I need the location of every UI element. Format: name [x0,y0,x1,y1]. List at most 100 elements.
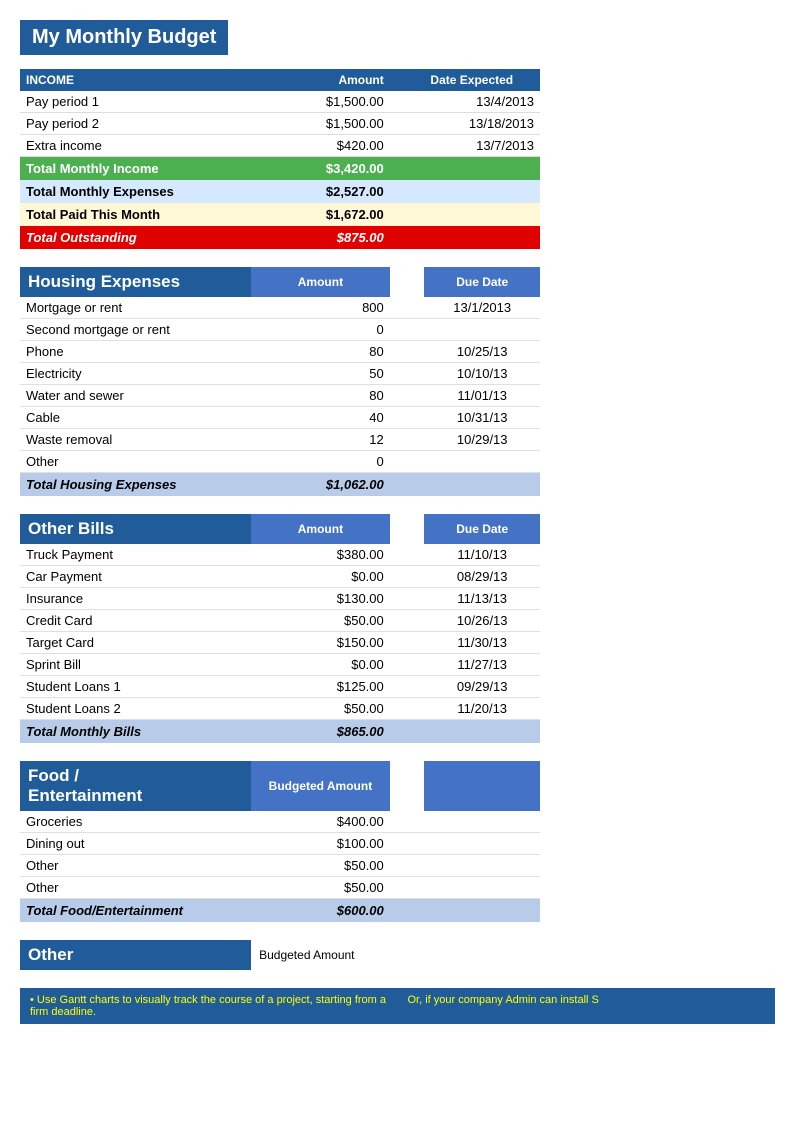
total-paid-label: Total Paid This Month [20,203,251,226]
housing-label-7: Waste removal [20,429,251,451]
other-bills-label-3: Insurance [20,588,251,610]
food-section-title: Food / Entertainment [20,761,251,811]
housing-row-4: Electricity 50 10/10/13 [20,363,540,385]
total-expenses-row: Total Monthly Expenses $2,527.00 [20,180,540,203]
food-amount-4: $50.00 [251,877,390,899]
income-date-1: 13/4/2013 [424,91,540,113]
other-bills-amount-6: $0.00 [251,654,390,676]
housing-label-1: Mortgage or rent [20,297,251,319]
other-bills-date-3: 11/13/13 [424,588,540,610]
housing-date-3: 10/25/13 [424,341,540,363]
other-bills-amount-1: $380.00 [251,544,390,566]
housing-due-header: Due Date [424,267,540,297]
other-bills-section-title: Other Bills [20,514,251,544]
food-label-1: Groceries [20,811,251,833]
total-income-label: Total Monthly Income [20,157,251,181]
other-bills-label-2: Car Payment [20,566,251,588]
total-paid-value: $1,672.00 [251,203,390,226]
income-amount-2: $1,500.00 [251,113,390,135]
food-amount-3: $50.00 [251,855,390,877]
other-bills-row-5: Target Card $150.00 11/30/13 [20,632,540,654]
housing-amount-3: 80 [251,341,390,363]
housing-label-4: Electricity [20,363,251,385]
other-bills-gap-header [390,514,425,544]
housing-date-2 [424,319,540,341]
housing-label-3: Phone [20,341,251,363]
food-row-1: Groceries $400.00 [20,811,540,833]
housing-date-7: 10/29/13 [424,429,540,451]
other-gap-header [390,940,425,970]
food-total-value: $600.00 [251,899,390,923]
other-bills-table: Other Bills Amount Due Date Truck Paymen… [20,514,540,743]
housing-row-1: Mortgage or rent 800 13/1/2013 [20,297,540,319]
food-header-row: Food / Entertainment Budgeted Amount [20,761,540,811]
food-label-3: Other [20,855,251,877]
housing-date-6: 10/31/13 [424,407,540,429]
other-bills-label-6: Sprint Bill [20,654,251,676]
other-bills-row-2: Car Payment $0.00 08/29/13 [20,566,540,588]
housing-amount-6: 40 [251,407,390,429]
housing-amount-4: 50 [251,363,390,385]
other-bills-row-3: Insurance $130.00 11/13/13 [20,588,540,610]
income-amount-3: $420.00 [251,135,390,157]
housing-row-2: Second mortgage or rent 0 [20,319,540,341]
housing-label-2: Second mortgage or rent [20,319,251,341]
other-bills-amount-header: Amount [251,514,390,544]
housing-amount-5: 80 [251,385,390,407]
housing-amount-7: 12 [251,429,390,451]
income-label-1: Pay period 1 [20,91,251,113]
income-date-header: Date Expected [424,69,540,91]
other-bills-amount-7: $125.00 [251,676,390,698]
other-amount-header: Budgeted Amount [251,940,390,970]
other-extra-header [424,940,540,970]
food-amount-2: $100.00 [251,833,390,855]
total-income-value: $3,420.00 [251,157,390,181]
income-gap-header [390,69,425,91]
housing-label-5: Water and sewer [20,385,251,407]
other-section-title: Other [20,940,251,970]
food-extra-header [424,761,540,811]
total-income-row: Total Monthly Income $3,420.00 [20,157,540,181]
total-paid-row: Total Paid This Month $1,672.00 [20,203,540,226]
other-bills-date-1: 11/10/13 [424,544,540,566]
other-bills-label-4: Credit Card [20,610,251,632]
income-row-2: Pay period 2 $1,500.00 13/18/2013 [20,113,540,135]
other-bills-label-1: Truck Payment [20,544,251,566]
food-gap-header [390,761,425,811]
other-bills-date-7: 09/29/13 [424,676,540,698]
income-label-3: Extra income [20,135,251,157]
housing-total-label: Total Housing Expenses [20,473,251,497]
housing-row-5: Water and sewer 80 11/01/13 [20,385,540,407]
total-expenses-value: $2,527.00 [251,180,390,203]
food-label-2: Dining out [20,833,251,855]
bottom-bar-right: Or, if your company Admin can install S [408,994,766,1018]
income-row-1: Pay period 1 $1,500.00 13/4/2013 [20,91,540,113]
other-bills-amount-4: $50.00 [251,610,390,632]
food-label-4: Other [20,877,251,899]
income-label-2: Pay period 2 [20,113,251,135]
food-total-row: Total Food/Entertainment $600.00 [20,899,540,923]
other-bills-date-6: 11/27/13 [424,654,540,676]
food-row-4: Other $50.00 [20,877,540,899]
other-bills-row-1: Truck Payment $380.00 11/10/13 [20,544,540,566]
housing-label-6: Cable [20,407,251,429]
income-row-3: Extra income $420.00 13/7/2013 [20,135,540,157]
other-bills-label-7: Student Loans 1 [20,676,251,698]
total-outstanding-value: $875.00 [251,226,390,249]
total-outstanding-label: Total Outstanding [20,226,251,249]
housing-table: Housing Expenses Amount Due Date Mortgag… [20,267,540,496]
other-bills-total-label: Total Monthly Bills [20,720,251,744]
housing-row-7: Waste removal 12 10/29/13 [20,429,540,451]
food-total-label: Total Food/Entertainment [20,899,251,923]
other-bills-date-5: 11/30/13 [424,632,540,654]
other-bills-date-8: 11/20/13 [424,698,540,720]
housing-total-row: Total Housing Expenses $1,062.00 [20,473,540,497]
other-table: Other Budgeted Amount [20,940,540,970]
income-amount-header: Amount [251,69,390,91]
housing-section-title: Housing Expenses [20,267,251,297]
total-outstanding-row: Total Outstanding $875.00 [20,226,540,249]
housing-date-5: 11/01/13 [424,385,540,407]
housing-amount-header: Amount [251,267,390,297]
food-row-2: Dining out $100.00 [20,833,540,855]
food-table: Food / Entertainment Budgeted Amount Gro… [20,761,540,922]
